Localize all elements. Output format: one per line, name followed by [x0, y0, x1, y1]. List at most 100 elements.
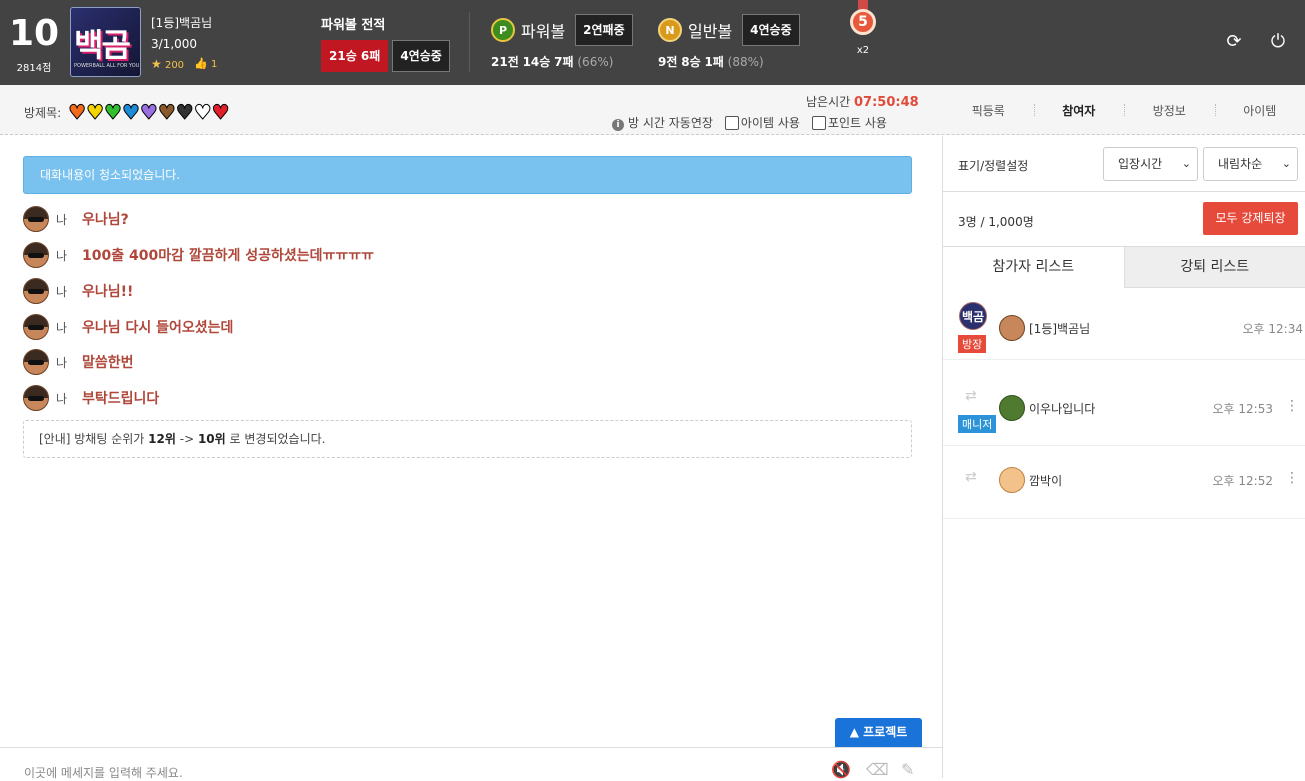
- top-header: 10 2814점 백곰 POWERBALL ALL FOR YOU [1등]백곰…: [0, 0, 1305, 85]
- participant-count-row: 3명 / 1,000명 모두 강제퇴장: [943, 193, 1305, 247]
- tab-participant-list[interactable]: 참가자 리스트: [943, 247, 1125, 288]
- avatar[interactable]: [23, 206, 49, 232]
- powerball-pct: (66%): [577, 55, 613, 69]
- point-use-checkbox[interactable]: 포인트 사용: [812, 114, 887, 131]
- powerball-wins: 14승: [523, 55, 551, 69]
- item-use-checkbox[interactable]: 아이템 사용: [725, 114, 800, 131]
- participant-row[interactable]: ⇄ 매니저 이우나입니다 오후 12:53 ⋮: [943, 374, 1305, 446]
- more-options-icon[interactable]: ⋮: [1285, 470, 1299, 486]
- refresh-icon[interactable]: ⟳: [1224, 32, 1244, 52]
- heart-color-icon[interactable]: ♥: [158, 100, 176, 124]
- normalball-losses: 1패: [704, 55, 723, 69]
- checkbox-box[interactable]: [812, 116, 826, 130]
- avatar: [999, 315, 1025, 341]
- normalball-summary: 9전 8승 1패 (88%): [658, 53, 800, 70]
- chat-message: 나 100출 400마감 깔끔하게 성공하셨는데ㅠㅠㅠㅠ: [23, 242, 374, 268]
- auto-extend[interactable]: i방 시간 자동연장: [612, 114, 713, 131]
- heart-color-icon[interactable]: ♥: [104, 100, 122, 124]
- powerball-label: 파워볼: [521, 18, 565, 42]
- sort-field-select[interactable]: 입장시간 ⌄: [1103, 147, 1198, 181]
- heart-color-icon[interactable]: ♥: [122, 100, 140, 124]
- message-sender: 나: [56, 211, 82, 228]
- normalball-games: 9전: [658, 55, 677, 69]
- owner-name[interactable]: [1등]백곰님: [151, 14, 217, 31]
- tab-kicked-list[interactable]: 강퇴 리스트: [1125, 247, 1305, 288]
- join-time: 오후 12:34: [1243, 320, 1303, 337]
- member-count: 3/1,000: [151, 37, 217, 51]
- rank-arrow: ->: [180, 432, 194, 446]
- title-color-picker: 방제목: ♥♥♥♥♥♥♥♥♥: [24, 103, 230, 122]
- normalball-streak: 4연승중: [742, 14, 799, 46]
- heart-color-icon[interactable]: ♥: [194, 100, 212, 124]
- magic-wand-icon[interactable]: ✎: [901, 760, 914, 779]
- power-icon[interactable]: ⏻: [1268, 32, 1288, 52]
- eraser-icon[interactable]: ⌫: [866, 760, 889, 779]
- sort-order-select[interactable]: 내림차순 ⌄: [1203, 147, 1298, 181]
- chat-message: 나 부탁드립니다: [23, 385, 159, 411]
- message-text: 우나님?: [82, 209, 129, 229]
- join-time: 오후 12:52: [1213, 472, 1273, 489]
- avatar[interactable]: [23, 278, 49, 304]
- participants-panel: 표기/정렬설정 입장시간 ⌄ 내림차순 ⌄ 3명 / 1,000명 모두 강제퇴…: [943, 136, 1305, 778]
- powerball-summary: 21전 14승 7패 (66%): [491, 53, 633, 70]
- more-options-icon[interactable]: ⋮: [1285, 398, 1299, 414]
- heart-color-icon[interactable]: ♥: [86, 100, 104, 124]
- chat-message: 나 말씀한번: [23, 349, 134, 375]
- normalball-wins: 8승: [681, 55, 700, 69]
- message-text: 말씀한번: [82, 352, 134, 372]
- chat-area: 대화내용이 청소되었습니다. 나 우나님? 나 100출 400마감 깔끔하게 …: [0, 136, 943, 778]
- mute-icon[interactable]: 🔇: [831, 760, 851, 779]
- room-toolbar: 방제목: ♥♥♥♥♥♥♥♥♥ 남은시간 07:50:48 i방 시간 자동연장 …: [0, 85, 1305, 135]
- message-sender: 나: [56, 319, 82, 336]
- item-use-label: 아이템 사용: [741, 114, 800, 131]
- tab-pick-register[interactable]: 픽등록: [943, 102, 1034, 119]
- remaining-label: 남은시간: [806, 95, 850, 109]
- tab-room-info[interactable]: 방정보: [1124, 102, 1215, 119]
- normalball-stats: N 일반볼 4연승중 9전 8승 1패 (88%): [658, 14, 800, 70]
- record-title: 파워볼 전적: [321, 14, 450, 33]
- avatar[interactable]: [23, 385, 49, 411]
- sort-field-value: 입장시간: [1118, 157, 1162, 171]
- avatar[interactable]: [23, 349, 49, 375]
- heart-color-icon[interactable]: ♥: [176, 100, 194, 124]
- message-sender: 나: [56, 390, 82, 407]
- title-color-label: 방제목:: [24, 104, 61, 121]
- remaining-time: 남은시간 07:50:48: [806, 93, 919, 110]
- participant-tabs: 참가자 리스트 강퇴 리스트: [943, 247, 1305, 288]
- powerball-streak: 2연패중: [575, 14, 632, 46]
- rank-notice-prefix: [안내] 방채팅 순위가: [39, 432, 144, 446]
- participant-name[interactable]: [1등]백곰님: [1029, 320, 1090, 337]
- checkbox-box[interactable]: [725, 116, 739, 130]
- participant-row[interactable]: 백곰 방장 [1등]백곰님 오후 12:34: [943, 288, 1305, 360]
- caret-up-icon: ▲: [850, 725, 859, 739]
- message-text: 우나님!!: [82, 281, 133, 301]
- logo-text: 백곰: [74, 20, 129, 66]
- record-winloss: 21승 6패: [321, 40, 388, 72]
- divider: [469, 12, 470, 72]
- participant-row[interactable]: ⇄ 깜박이 오후 12:52 ⋮: [943, 447, 1305, 519]
- like-stat: 👍 1: [194, 57, 217, 71]
- participant-name[interactable]: 깜박이: [1029, 472, 1062, 489]
- participant-name[interactable]: 이우나입니다: [1029, 400, 1095, 417]
- message-text: 우나님 다시 들어오셨는데: [82, 317, 233, 337]
- participant-count: 3명 / 1,000명: [958, 213, 1034, 230]
- powerball-stats: P 파워볼 2연패중 21전 14승 7패 (66%): [491, 14, 633, 70]
- normalball-pct: (88%): [728, 55, 764, 69]
- right-tabs: 픽등록 참여자 방정보 아이템: [943, 85, 1305, 135]
- heart-color-icon[interactable]: ♥: [140, 100, 158, 124]
- heart-color-icon[interactable]: ♥: [212, 100, 230, 124]
- tab-items[interactable]: 아이템: [1215, 102, 1305, 119]
- heart-color-icon[interactable]: ♥: [68, 100, 86, 124]
- tab-participants[interactable]: 참여자: [1034, 102, 1125, 119]
- avatar: [999, 395, 1025, 421]
- chat-input[interactable]: 이곳에 메세지를 입력해 주세요.: [24, 764, 183, 781]
- star-count: 200: [165, 60, 184, 71]
- avatar: [999, 467, 1025, 493]
- room-logo: 백곰 POWERBALL ALL FOR YOU: [70, 7, 141, 77]
- room-options: i방 시간 자동연장 아이템 사용 포인트 사용: [612, 114, 887, 131]
- avatar[interactable]: [23, 242, 49, 268]
- avatar[interactable]: [23, 314, 49, 340]
- project-button[interactable]: ▲ 프로젝트: [835, 718, 922, 747]
- kick-all-button[interactable]: 모두 강제퇴장: [1203, 202, 1298, 235]
- rank-change-notice: [안내] 방채팅 순위가 12위 -> 10위 로 변경되었습니다.: [23, 420, 912, 458]
